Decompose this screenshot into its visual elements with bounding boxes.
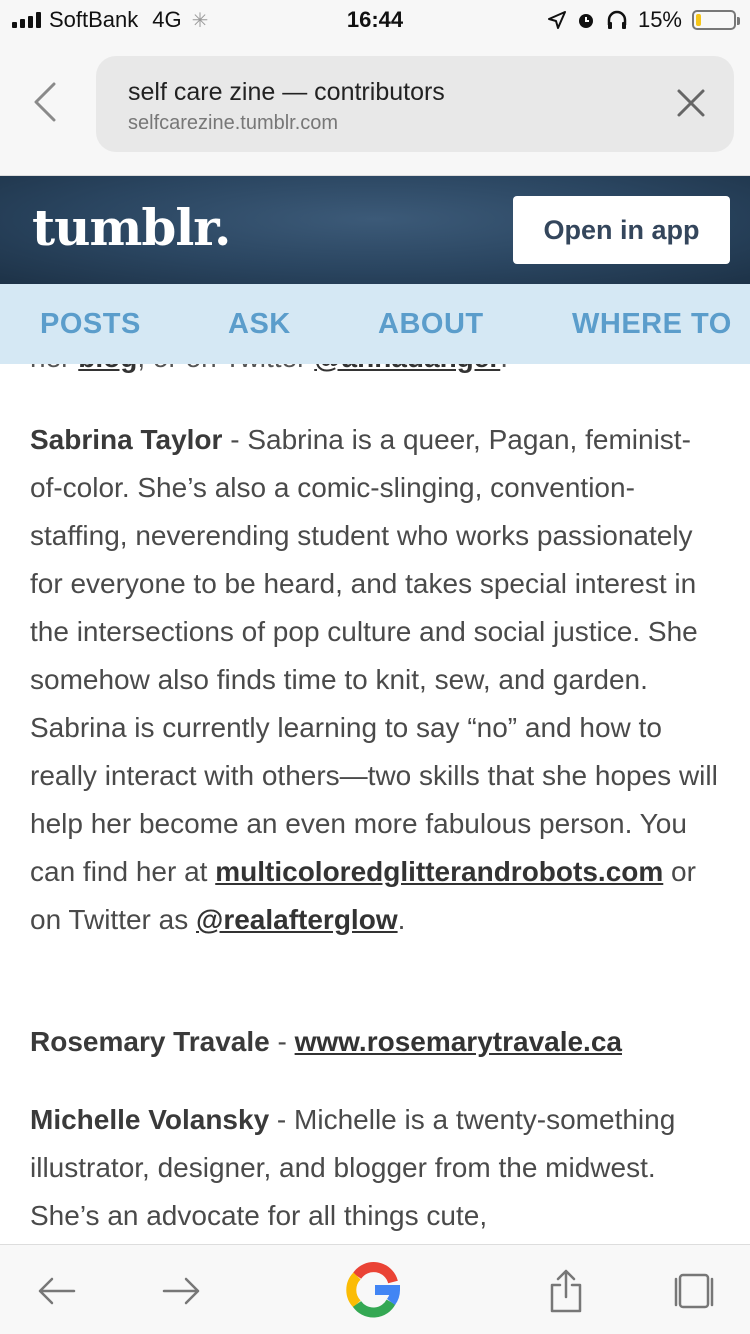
tabs-icon bbox=[674, 1273, 714, 1309]
browser-toolbar bbox=[0, 1244, 750, 1334]
tab-ask[interactable]: ASK bbox=[228, 308, 291, 341]
url-bar[interactable]: self care zine — contributors selfcarezi… bbox=[96, 56, 734, 152]
blog-link[interactable]: blog bbox=[78, 364, 137, 373]
separator: - bbox=[269, 1026, 295, 1057]
google-icon bbox=[346, 1262, 401, 1318]
back-arrow-icon bbox=[38, 1277, 76, 1305]
previous-entry-tail: her blog, or on Twitter @annadanger. bbox=[30, 364, 508, 374]
tumblr-logo[interactable]: tumblr. bbox=[32, 198, 231, 257]
open-in-app-button[interactable]: Open in app bbox=[513, 196, 730, 264]
alarm-icon bbox=[578, 14, 593, 28]
website-link[interactable]: www.rosemarytravale.ca bbox=[295, 1026, 622, 1057]
twitter-link-annadanger[interactable]: @annadanger bbox=[314, 364, 500, 373]
contributor-entry-rosemary: Rosemary Travale - www.rosemarytravale.c… bbox=[30, 1018, 720, 1066]
page-title: self care zine — contributors bbox=[128, 78, 445, 106]
contributor-name: Sabrina Taylor bbox=[30, 424, 223, 455]
share-button[interactable] bbox=[538, 1263, 594, 1319]
status-bar: SoftBank 4G ✳ 16:44 15% bbox=[0, 0, 750, 42]
blog-nav: POSTS ASK ABOUT WHERE TO bbox=[0, 284, 750, 364]
forward-button[interactable] bbox=[154, 1263, 210, 1319]
close-icon[interactable] bbox=[674, 86, 708, 120]
google-button[interactable] bbox=[344, 1259, 406, 1321]
back-button[interactable] bbox=[28, 1263, 84, 1319]
website-link[interactable]: multicoloredglitterandrobots.com bbox=[215, 856, 663, 887]
cut-suffix: . bbox=[500, 364, 508, 373]
tab-about[interactable]: ABOUT bbox=[378, 308, 484, 341]
status-right: 15% bbox=[547, 7, 740, 33]
bio-end: . bbox=[397, 904, 406, 935]
back-chevron-icon[interactable] bbox=[30, 82, 64, 122]
post-content: her blog, or on Twitter @annadanger. Sab… bbox=[0, 364, 750, 1244]
contributor-entry-sabrina: Sabrina Taylor - Sabrina is a queer, Pag… bbox=[30, 416, 720, 944]
separator: - bbox=[222, 424, 248, 455]
contributor-bio: Sabrina is a queer, Pagan, feminist-of-c… bbox=[30, 424, 718, 887]
headphones-icon bbox=[607, 10, 627, 29]
contributor-entry-michelle: Michelle Volansky - Michelle is a twenty… bbox=[30, 1096, 720, 1240]
separator: - bbox=[269, 1104, 295, 1135]
battery-percent: 15% bbox=[637, 7, 682, 32]
twitter-link[interactable]: @realafterglow bbox=[196, 904, 398, 935]
cut-middle: , or on Twitter bbox=[137, 364, 314, 373]
contributor-name: Rosemary Travale bbox=[30, 1026, 270, 1057]
tab-where-to[interactable]: WHERE TO bbox=[572, 308, 732, 341]
forward-arrow-icon bbox=[162, 1277, 200, 1305]
share-icon bbox=[550, 1269, 582, 1313]
page-domain: selfcarezine.tumblr.com bbox=[128, 112, 339, 134]
tabs-button[interactable] bbox=[666, 1263, 722, 1319]
contributor-name: Michelle Volansky bbox=[30, 1104, 270, 1135]
tumblr-header: tumblr. Open in app bbox=[0, 176, 750, 284]
tab-posts[interactable]: POSTS bbox=[40, 308, 141, 341]
location-arrow-icon bbox=[547, 11, 566, 29]
cut-prefix: her bbox=[30, 364, 78, 373]
browser-address-area: self care zine — contributors selfcarezi… bbox=[0, 42, 750, 176]
battery-icon bbox=[692, 10, 740, 30]
